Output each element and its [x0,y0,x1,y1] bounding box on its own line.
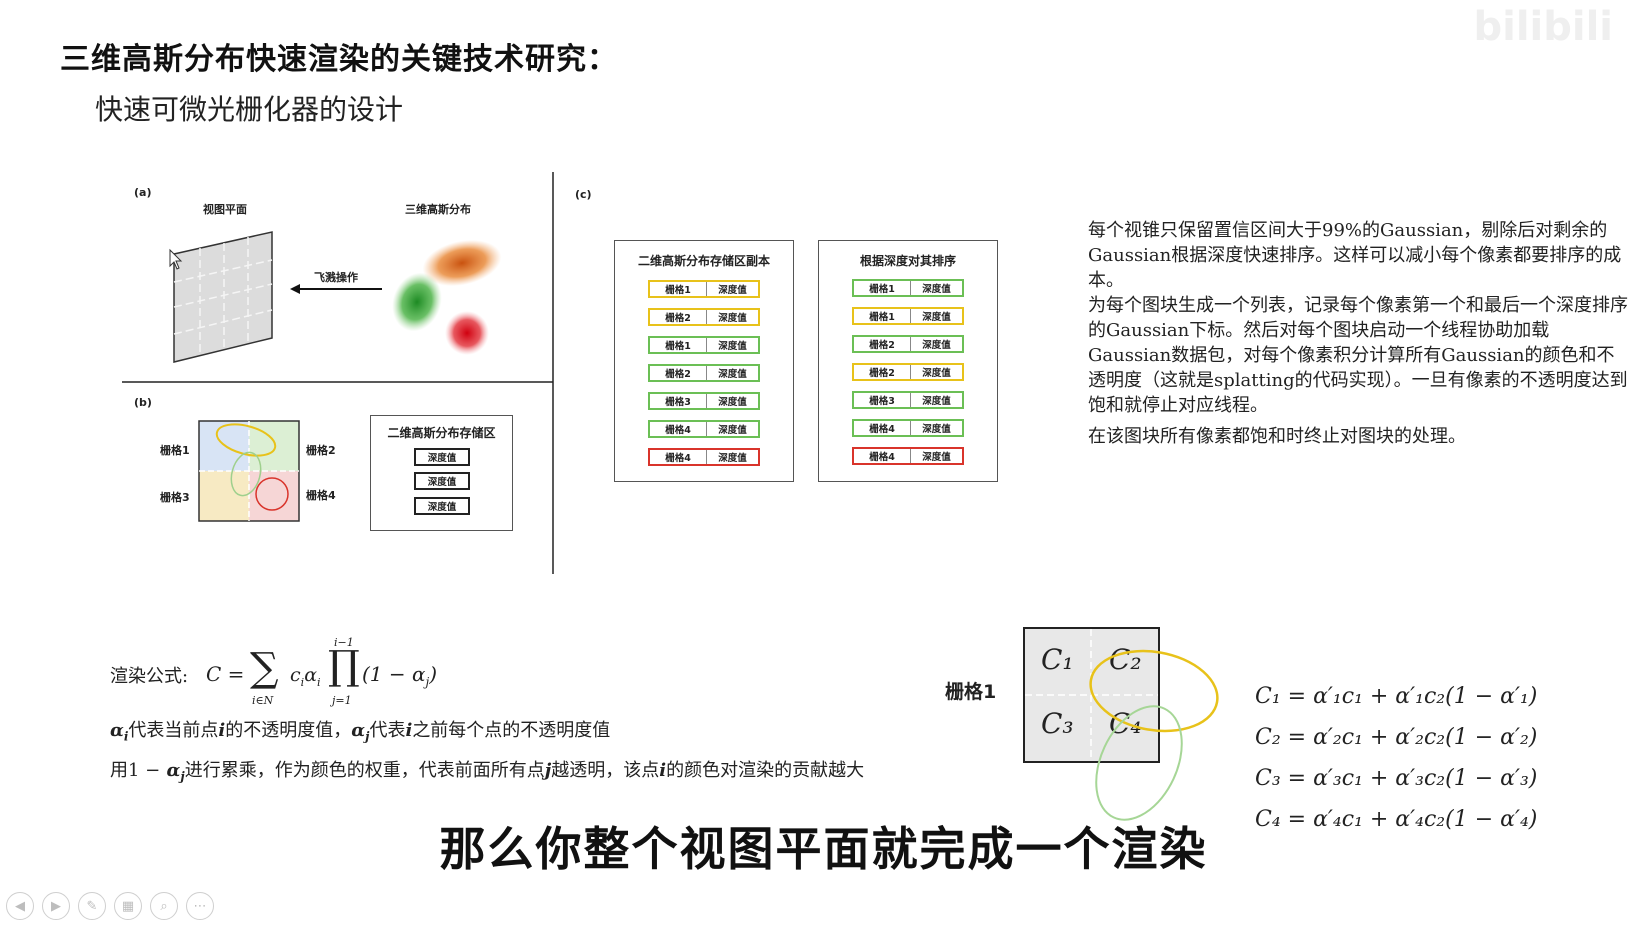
panel-b-grid [198,420,300,522]
render-formula: 渲染公式: C = ∑ i∈N ciαi ∏ i−1 j=1 (1 − αj) [110,636,990,707]
panel-b-label: (b) [134,396,152,409]
description-para-3: 在该图块所有像素都饱和时终止对图块的处理。 [1088,426,1466,447]
copy-row: 栅格4 深度值 [615,420,793,438]
grid-cell-c3: C₃ [1041,707,1074,740]
prod-symbol: ∏ [328,643,360,689]
storage-title: 二维高斯分布存储区 [387,426,496,440]
pen-icon[interactable]: ✎ [78,892,106,920]
grid4-label-b: 栅格4 [306,489,336,502]
sort-box: 根据深度对其排序 栅格1 深度值 栅格1 深度值 栅格2 深度值 栅格2 深度值 栅格3… [818,240,998,482]
sort-row: 栅格4 深度值 [819,447,997,465]
grid1-label: 栅格1 [945,681,997,703]
description-para-1: 每个视锥只保留置信区间大于99%的Gaussian，剔除后对剩余的Gaussia… [1088,220,1622,291]
sort-row: 栅格2 深度值 [819,363,997,381]
storage-cell-yellow: 深度值 [414,448,470,466]
storage-box: 二维高斯分布存储区 深度值 深度值 深度值 [370,415,513,531]
formula-explain-1: αi代表当前点i的不透明度值，αj代表i之前每个点的不透明度值 [110,720,611,744]
description-text: 每个视锥只保留置信区间大于99%的Gaussian，剔除后对剩余的Gaussia… [1088,218,1628,455]
grid3-label-b: 栅格3 [160,491,190,504]
panel-a-drawing [169,231,502,363]
slideshow-toolbar: ◀ ▶ ✎ ▦ ⌕ ⋯ [6,892,214,920]
more-icon[interactable]: ⋯ [186,892,214,920]
sort-row: 栅格3 深度值 [819,391,997,409]
figure-panel: (a) 视图平面 三维高斯分布 飞溅操作 (b) 栅格1 栅格2 栅格3 栅格4… [120,172,1080,602]
formula-area: 渲染公式: C = ∑ i∈N ciαi ∏ i−1 j=1 (1 − αj) … [110,636,990,784]
copy-row: 栅格2 深度值 [615,308,793,326]
grid2-label-b: 栅格2 [306,444,336,457]
bilibili-watermark: bilibili [1473,4,1613,50]
sort-row: 栅格1 深度值 [819,279,997,297]
copy-row: 栅格1 深度值 [615,336,793,354]
copy-row: 栅格2 深度值 [615,364,793,382]
storage-cell-green: 深度值 [414,472,470,490]
next-icon[interactable]: ▶ [42,892,70,920]
sort-row: 栅格4 深度值 [819,419,997,437]
sort-row: 栅格2 深度值 [819,335,997,353]
copy-title: 二维高斯分布存储区副本 [637,254,770,268]
prod-body: (1 − αj) [362,662,438,689]
grid1-ellipses [1089,649,1219,821]
page-title: 三维高斯分布快速渲染的关键技术研究： [60,42,618,77]
page-subtitle: 快速可微光栅化器的设计 [95,93,404,126]
video-subtitle: 那么你整个视图平面就完成一个渲染 [439,822,1208,876]
sort-row: 栅格1 深度值 [819,307,997,325]
prev-icon[interactable]: ◀ [6,892,34,920]
formula-label: 渲染公式: [110,666,189,687]
zoom-icon[interactable]: ⌕ [150,892,178,920]
formula-explain-2: 用1 − αj进行累乘，作为颜色的权重，代表前面所有点j越透明，该点i的颜色对渲… [110,759,865,784]
sum-bottom: i∈N [252,694,274,707]
grid1-label-b: 栅格1 [160,444,190,457]
prod-top: i−1 [334,636,354,649]
storage-cell-red: 深度值 [414,497,470,515]
equation-c1: C₁ = α′₁c₁ + α′₁c₂(1 − α′₁) [1255,684,1538,709]
equation-c2: C₂ = α′₂c₁ + α′₂c₂(1 − α′₂) [1255,725,1538,750]
copy-row: 栅格3 深度值 [615,392,793,410]
grid-cell-c1: C₁ [1041,643,1074,676]
panel-c-label: (c) [575,188,592,201]
equation-c3: C₃ = α′₃c₁ + α′₃c₂(1 − α′₃) [1255,766,1538,791]
sort-title: 根据深度对其排序 [859,254,956,268]
prod-bottom: j=1 [332,694,352,707]
description-para-2: 为每个图块生成一个列表，记录每个像素第一个和最后一个深度排序的Gaussian下… [1088,295,1628,416]
copy-row: 栅格4 深度值 [615,448,793,466]
copy-box: 二维高斯分布存储区副本 栅格1 深度值 栅格2 深度值 栅格1 深度值 栅格2 深度值 … [614,240,794,482]
formula-lhs: C = [206,662,245,686]
copy-row: 栅格1 深度值 [615,280,793,298]
sum-symbol: ∑ [250,645,279,691]
sum-body: ciαi [290,664,321,689]
slides-icon[interactable]: ▦ [114,892,142,920]
